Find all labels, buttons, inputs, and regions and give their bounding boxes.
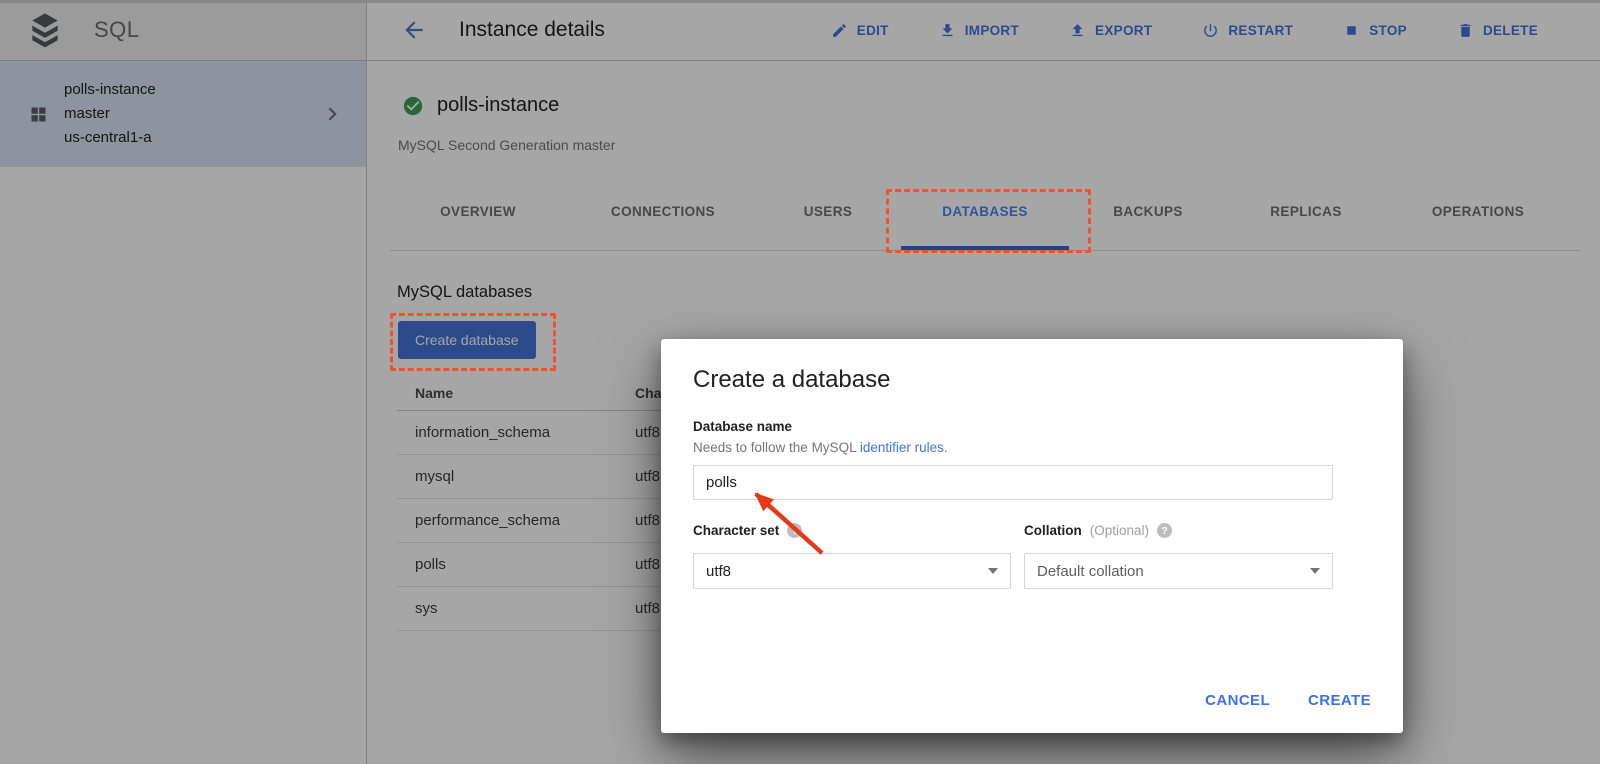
character-set-value: utf8: [706, 563, 731, 580]
create-database-dialog: Create a database Database name Needs to…: [661, 339, 1403, 733]
dialog-title: Create a database: [693, 366, 890, 394]
help-icon[interactable]: ?: [787, 523, 802, 538]
database-name-label: Database name: [693, 419, 792, 434]
cancel-button[interactable]: CANCEL: [1205, 692, 1270, 709]
collation-value: Default collation: [1037, 563, 1144, 580]
create-button[interactable]: CREATE: [1308, 692, 1371, 709]
database-name-helper: Needs to follow the MySQL identifier rul…: [693, 440, 948, 455]
collation-label: Collation: [1024, 523, 1082, 538]
helper-text: Needs to follow the MySQL: [693, 440, 860, 455]
character-set-label: Character set: [693, 523, 779, 538]
collation-optional-label: (Optional): [1090, 523, 1149, 538]
help-icon[interactable]: ?: [1157, 523, 1172, 538]
collation-label-row: Collation (Optional) ?: [1024, 523, 1172, 538]
character-set-select[interactable]: utf8: [693, 553, 1011, 589]
character-set-label-row: Character set ?: [693, 523, 802, 538]
database-name-input[interactable]: [693, 465, 1333, 500]
dropdown-caret-icon: [1310, 568, 1320, 574]
collation-select[interactable]: Default collation: [1024, 553, 1333, 589]
helper-period: .: [944, 440, 948, 455]
identifier-rules-link[interactable]: identifier rules: [860, 440, 944, 455]
cloud-sql-console: SQL Instance details EDIT IMPORT EXPORT: [0, 0, 1600, 764]
dialog-footer: CANCEL CREATE: [1205, 692, 1371, 709]
dropdown-caret-icon: [988, 568, 998, 574]
